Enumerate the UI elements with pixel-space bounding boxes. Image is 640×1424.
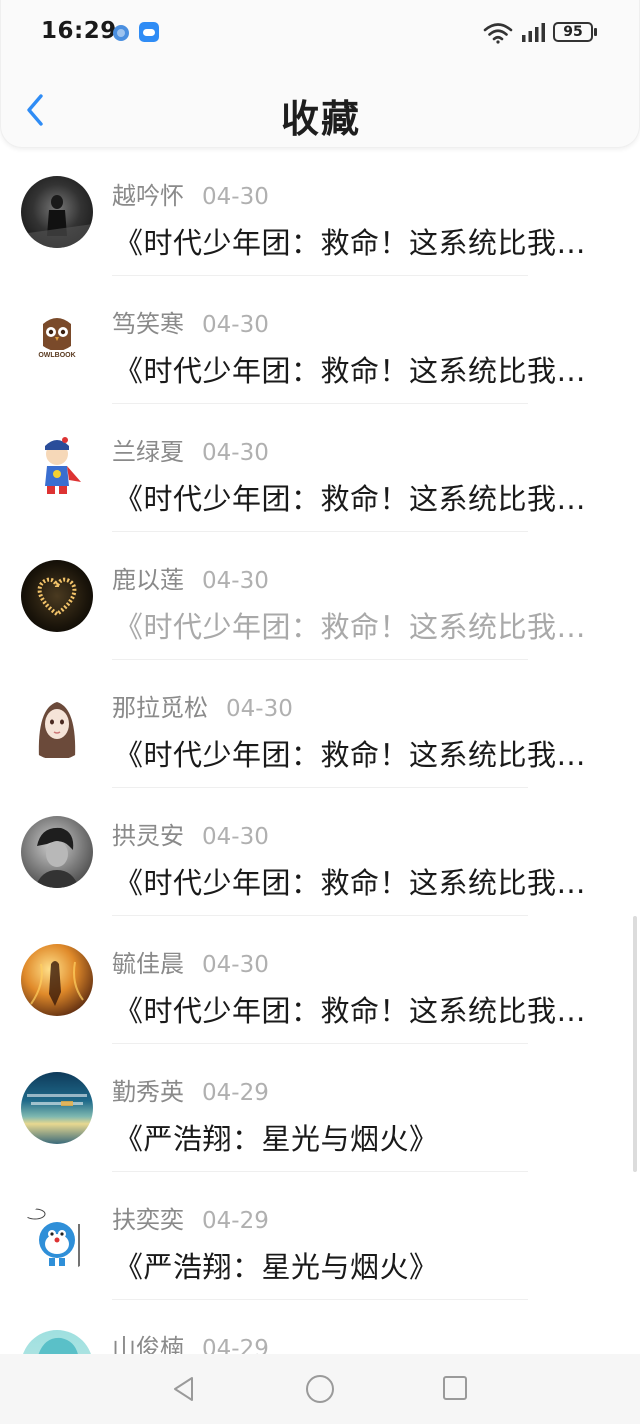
user-name: 毓佳晨: [112, 950, 184, 978]
list-item[interactable]: 拱灵安 04-30 《时代少年团：救命！这系统比我…: [0, 788, 640, 916]
header: 收藏: [1, 66, 640, 148]
user-name: 越吟怀: [112, 182, 184, 210]
post-date: 04-30: [202, 184, 269, 210]
avatar-anime-girl: [38, 702, 76, 758]
avatar-heart-candles: [37, 577, 77, 617]
post-date: 04-29: [202, 1208, 269, 1234]
book-title[interactable]: 《时代少年团：救命！这系统比我…: [114, 732, 614, 774]
post-date: 04-30: [202, 568, 269, 594]
post-date: 04-30: [202, 312, 269, 338]
avatar: OWLBOOK: [21, 304, 93, 376]
avatar: [21, 816, 93, 888]
book-title[interactable]: 《时代少年团：救命！这系统比我…: [114, 604, 614, 646]
triangle-back-icon[interactable]: [170, 1375, 198, 1403]
book-title[interactable]: 《时代少年团：救命！这系统比我…: [114, 220, 614, 262]
user-name: 笃笑寒: [112, 310, 184, 338]
circle-home-icon[interactable]: [306, 1375, 334, 1403]
avatar-fire-figure: [30, 961, 84, 1006]
list-item[interactable]: 鹿以莲 04-30 《时代少年团：救命！这系统比我…: [0, 532, 640, 660]
user-name: 扶奕奕: [112, 1206, 184, 1234]
user-name: 兰绿夏: [112, 438, 184, 466]
battery-indicator: 95: [553, 22, 593, 42]
page-title: 收藏: [280, 97, 361, 141]
avatar: [21, 688, 93, 760]
user-name: 勤秀英: [112, 1078, 184, 1106]
avatar-dark-figure: [21, 195, 93, 248]
signal-icon: [522, 23, 545, 42]
avatar-sea-sunset: [27, 1094, 87, 1106]
status-bar: 16:29 95: [1, 0, 640, 66]
list-item[interactable]: 山俊楠 04-29: [0, 1300, 640, 1354]
post-date: 04-29: [202, 1336, 269, 1354]
status-time: 16:29: [41, 18, 117, 44]
top-card: 16:29 95 收藏: [0, 0, 640, 148]
avatar: [21, 432, 93, 504]
avatar-teal-anime: [38, 1337, 78, 1354]
svg-text:OWLBOOK: OWLBOOK: [38, 352, 75, 359]
post-date: 04-30: [202, 952, 269, 978]
scrollbar[interactable]: [633, 916, 637, 1172]
list-item[interactable]: OWLBOOK 笃笑寒 04-30 《时代少年团：救命！这系统比我…: [0, 276, 640, 404]
user-name: 鹿以莲: [112, 566, 184, 594]
post-date: 04-30: [202, 440, 269, 466]
system-nav-bar: [0, 1354, 640, 1424]
avatar: [21, 176, 93, 248]
avatar: [21, 1330, 93, 1354]
square-recents-icon[interactable]: [443, 1376, 467, 1400]
post-date: 04-30: [202, 824, 269, 850]
book-title[interactable]: 《时代少年团：救命！这系统比我…: [114, 476, 614, 518]
avatar-grey-portrait: [35, 827, 79, 888]
avatar-cartoon-superhero: [45, 437, 81, 494]
browser-icon: [113, 25, 129, 41]
list-item[interactable]: 越吟怀 04-30 《时代少年团：救命！这系统比我…: [0, 148, 640, 276]
list-item[interactable]: 扶奕奕 04-29 《严浩翔：星光与烟火》: [0, 1172, 640, 1300]
user-name: 那拉觅松: [112, 694, 208, 722]
battery-tip: [594, 28, 597, 36]
list-item[interactable]: 兰绿夏 04-30 《时代少年团：救命！这系统比我…: [0, 404, 640, 532]
avatar-blue-cartoon: [24, 1208, 80, 1268]
book-title[interactable]: 《时代少年团：救命！这系统比我…: [114, 348, 614, 390]
avatar: [21, 560, 93, 632]
book-title[interactable]: 《严浩翔：星光与烟火》: [114, 1244, 614, 1286]
list-item[interactable]: 那拉觅松 04-30 《时代少年团：救命！这系统比我…: [0, 660, 640, 788]
wifi-icon: [483, 23, 513, 44]
list-item[interactable]: 毓佳晨 04-30 《时代少年团：救命！这系统比我…: [0, 916, 640, 1044]
post-date: 04-30: [226, 696, 293, 722]
book-title[interactable]: 《时代少年团：救命！这系统比我…: [114, 860, 614, 902]
avatar: [21, 944, 93, 1016]
avatar: [21, 1202, 93, 1274]
book-title[interactable]: 《严浩翔：星光与烟火》: [114, 1116, 614, 1158]
user-name: 山俊楠: [112, 1334, 184, 1354]
favorites-list[interactable]: 越吟怀 04-30 《时代少年团：救命！这系统比我… OWLBOOK 笃笑寒 04-…: [0, 148, 640, 1354]
list-item[interactable]: 勤秀英 04-29 《严浩翔：星光与烟火》: [0, 1044, 640, 1172]
avatar-owl-logo: OWLBOOK: [35, 318, 79, 359]
post-date: 04-29: [202, 1080, 269, 1106]
book-title[interactable]: 《时代少年团：救命！这系统比我…: [114, 988, 614, 1030]
weather-app-icon: [139, 22, 159, 42]
user-name: 拱灵安: [112, 822, 184, 850]
avatar: [21, 1072, 93, 1144]
